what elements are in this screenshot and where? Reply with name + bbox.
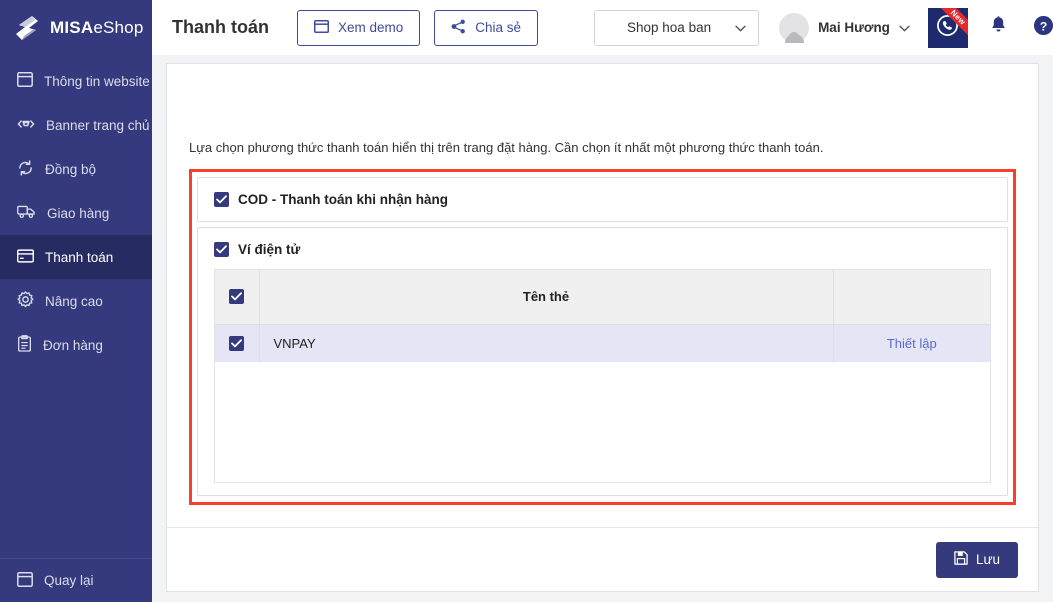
share-nodes-icon bbox=[451, 19, 466, 37]
credit-card-icon bbox=[17, 248, 34, 266]
clipboard-icon bbox=[17, 335, 32, 355]
card-footer: Lưu bbox=[167, 527, 1038, 591]
payment-method-cod: COD - Thanh toán khi nhận hàng bbox=[197, 177, 1008, 222]
wallet-table-wrapper: Tên thẻ VNPAY Thiết lập bbox=[214, 269, 991, 483]
window-icon bbox=[17, 571, 33, 590]
save-button[interactable]: Lưu bbox=[935, 541, 1018, 578]
table-header-row: Tên thẻ bbox=[215, 270, 990, 325]
chevron-down-icon bbox=[899, 19, 910, 37]
content-area: Lựa chọn phương thức thanh toán hiển thị… bbox=[152, 55, 1053, 602]
row-card-name: VNPAY bbox=[273, 335, 316, 351]
sidebar-item-label: Giao hàng bbox=[47, 205, 110, 221]
sidebar-item-quay-lai[interactable]: Quay lại bbox=[0, 558, 152, 602]
top-bar-right: Thanh toán Xem demo Chia sẻ Shop hoa ban… bbox=[152, 0, 1053, 55]
cod-checkbox[interactable] bbox=[214, 192, 229, 207]
sidebar-item-label: Nâng cao bbox=[45, 293, 103, 309]
app-root: MISAeShop Thanh toán Xem demo Chia sẻ Sh… bbox=[0, 0, 1053, 602]
share-button[interactable]: Chia sẻ bbox=[434, 9, 539, 46]
sidebar: Thông tin website Banner trang chủ Đồng … bbox=[0, 55, 152, 602]
select-all-header-cell bbox=[215, 270, 260, 325]
user-avatar-icon bbox=[779, 12, 810, 43]
sidebar-item-label: Đồng bộ bbox=[45, 161, 97, 177]
sidebar-item-label: Thông tin website bbox=[44, 73, 150, 89]
body-wrapper: Thông tin website Banner trang chủ Đồng … bbox=[0, 55, 1053, 602]
select-all-checkbox[interactable] bbox=[229, 289, 245, 305]
save-disk-icon bbox=[954, 551, 968, 568]
sidebar-item-thong-tin-website[interactable]: Thông tin website bbox=[0, 59, 152, 103]
settings-card-body: Lựa chọn phương thức thanh toán hiển thị… bbox=[167, 64, 1038, 527]
row-select-cell bbox=[215, 324, 260, 362]
shop-select[interactable]: Shop hoa ban bbox=[594, 9, 760, 46]
row-select-wrap bbox=[215, 335, 259, 351]
question-circle-icon: ? bbox=[1033, 15, 1053, 41]
table-row[interactable]: VNPAY Thiết lập bbox=[215, 324, 990, 362]
select-all-wrap bbox=[215, 289, 259, 305]
user-menu[interactable]: Mai Hương bbox=[779, 12, 910, 43]
column-header-ten-the: Tên thẻ bbox=[259, 270, 833, 325]
brand-name: MISAeShop bbox=[50, 18, 143, 38]
wallet-table-body: VNPAY Thiết lập bbox=[215, 324, 990, 362]
sync-icon bbox=[17, 159, 34, 179]
wallet-table: Tên thẻ VNPAY Thiết lập bbox=[215, 270, 990, 362]
sidebar-item-label: Đơn hàng bbox=[43, 337, 103, 353]
wallet-checkbox[interactable] bbox=[214, 242, 229, 257]
payment-description: Lựa chọn phương thức thanh toán hiển thị… bbox=[189, 140, 824, 155]
column-header-actions bbox=[832, 270, 990, 325]
brand-name-light: eShop bbox=[93, 17, 144, 37]
sidebar-item-dong-bo[interactable]: Đồng bộ bbox=[0, 147, 152, 191]
notifications-button[interactable] bbox=[990, 15, 1007, 40]
page-title: Thanh toán bbox=[172, 17, 269, 37]
browser-window-icon bbox=[314, 19, 329, 36]
share-label: Chia sẻ bbox=[475, 20, 522, 35]
brand-logo-area[interactable]: MISAeShop bbox=[0, 0, 152, 55]
sidebar-item-nang-cao[interactable]: Nâng cao bbox=[0, 279, 152, 323]
truck-icon bbox=[17, 204, 36, 222]
row-action-cell: Thiết lập bbox=[832, 324, 990, 362]
user-name: Mai Hương bbox=[818, 20, 890, 35]
sidebar-item-don-hang[interactable]: Đơn hàng bbox=[0, 323, 152, 367]
window-icon bbox=[17, 72, 33, 90]
cod-header-row: COD - Thanh toán khi nhận hàng bbox=[198, 178, 1007, 221]
shop-select-value: Shop hoa ban bbox=[627, 20, 712, 35]
help-button[interactable]: ? bbox=[1033, 15, 1053, 41]
annotation-highlight-box: COD - Thanh toán khi nhận hàng Ví điện t… bbox=[189, 169, 1016, 505]
svg-text:?: ? bbox=[1040, 19, 1048, 33]
wallet-table-head: Tên thẻ bbox=[215, 270, 990, 325]
wallet-header-row: Ví điện tử bbox=[198, 228, 1007, 269]
sidebar-item-thanh-toan[interactable]: Thanh toán bbox=[0, 235, 152, 279]
chevron-down-icon bbox=[735, 20, 746, 35]
top-bar: MISAeShop Thanh toán Xem demo Chia sẻ Sh… bbox=[0, 0, 1053, 55]
sidebar-item-label: Quay lại bbox=[44, 573, 94, 588]
view-demo-label: Xem demo bbox=[338, 20, 404, 35]
setup-link[interactable]: Thiết lập bbox=[887, 336, 937, 351]
payment-method-wallet: Ví điện tử Tên thẻ VNPAY Thiết lập bbox=[197, 227, 1008, 496]
wallet-label: Ví điện tử bbox=[238, 242, 301, 257]
sidebar-item-giao-hang[interactable]: Giao hàng bbox=[0, 191, 152, 235]
cod-label: COD - Thanh toán khi nhận hàng bbox=[238, 192, 448, 207]
sidebar-item-label: Thanh toán bbox=[45, 249, 114, 265]
misa-s-logo-icon bbox=[12, 14, 42, 42]
row-checkbox[interactable] bbox=[229, 335, 245, 351]
avatar bbox=[779, 12, 810, 43]
gear-icon bbox=[17, 291, 34, 311]
bell-icon bbox=[990, 15, 1007, 40]
brand-name-bold: MISA bbox=[50, 17, 94, 37]
support-call-button[interactable]: New bbox=[927, 7, 968, 48]
view-demo-button[interactable]: Xem demo bbox=[297, 9, 421, 46]
table-empty-space bbox=[215, 362, 990, 482]
header-action-group: Xem demo Chia sẻ bbox=[297, 9, 539, 46]
sidebar-item-label: Banner trang chủ bbox=[46, 117, 150, 133]
settings-card: Lựa chọn phương thức thanh toán hiển thị… bbox=[166, 63, 1039, 592]
save-button-label: Lưu bbox=[975, 552, 1000, 567]
banner-icon bbox=[17, 117, 35, 134]
sidebar-item-banner-trang-chu[interactable]: Banner trang chủ bbox=[0, 103, 152, 147]
